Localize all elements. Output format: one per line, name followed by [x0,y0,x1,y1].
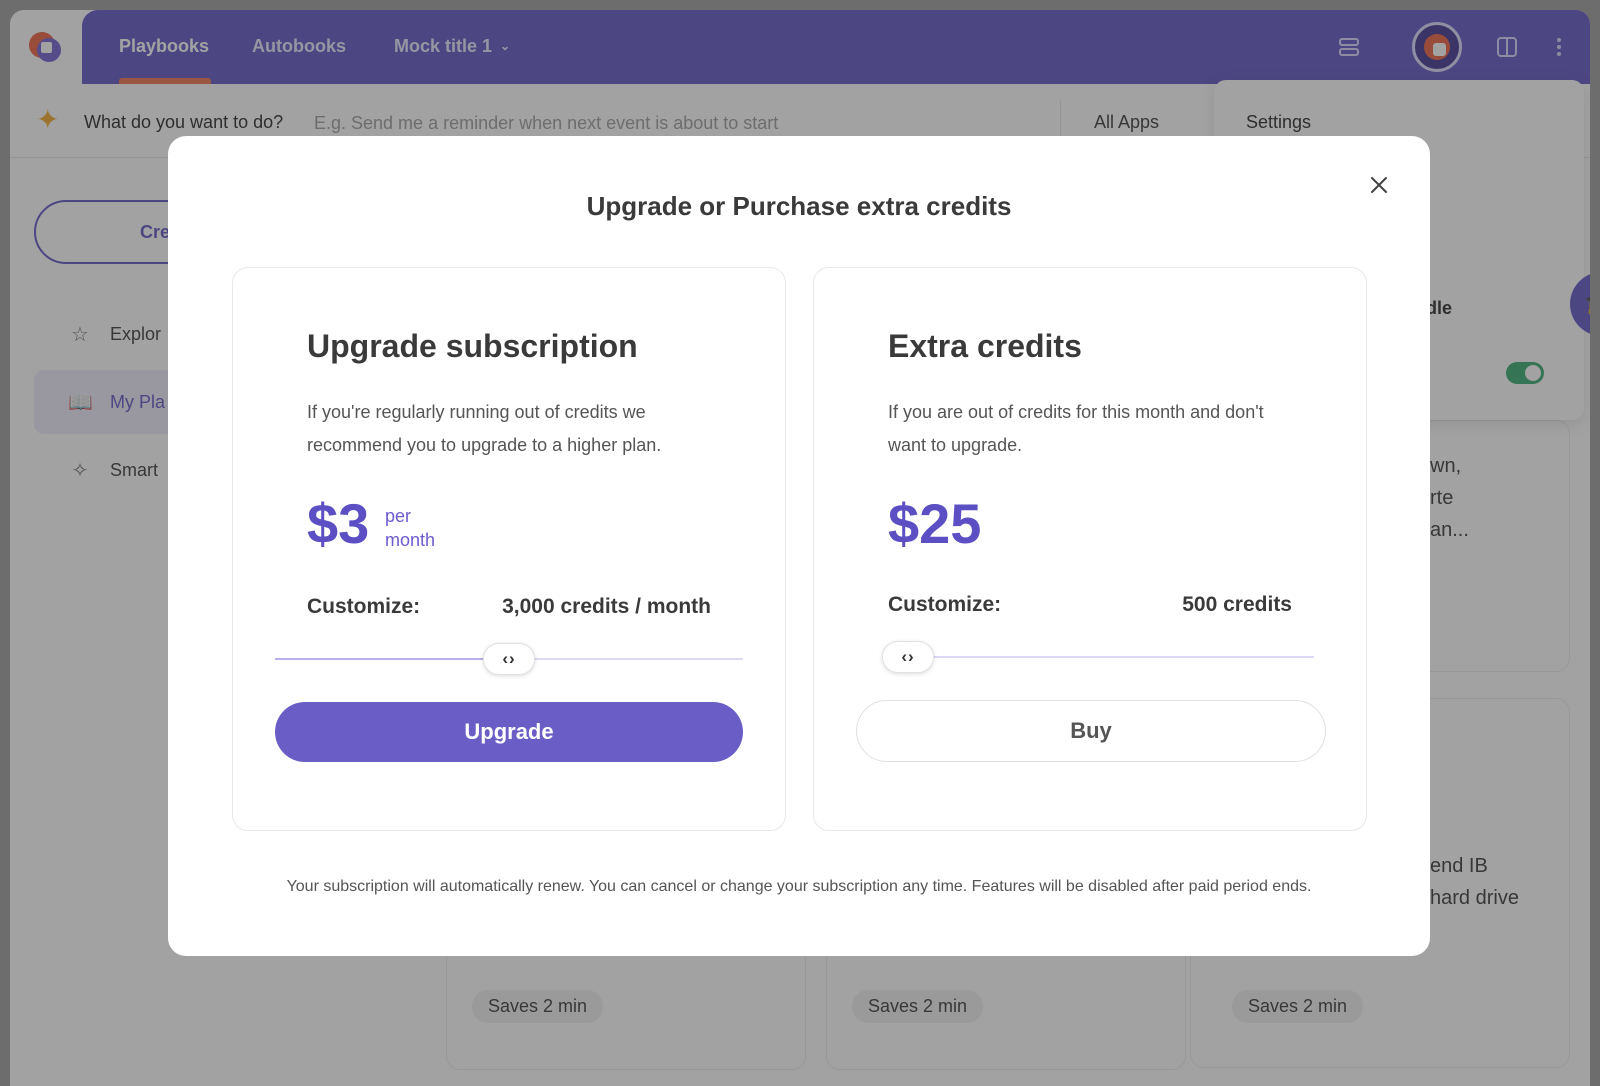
slider-handle[interactable]: ‹› [483,643,535,675]
panel-title: Upgrade subscription [307,328,638,364]
modal-title: Upgrade or Purchase extra credits [586,191,1012,221]
upgrade-modal: Upgrade or Purchase extra credits Upgrad… [168,136,1430,956]
buy-button[interactable]: Buy [856,700,1326,762]
price: $25 [888,492,982,555]
upgrade-button[interactable]: Upgrade [275,702,743,762]
modal-footer-note: Your subscription will automatically ren… [286,878,1312,895]
credits-slider[interactable]: ‹› [882,641,1314,673]
panel-description: If you are out of credits for this month… [888,402,1264,455]
slider-handle[interactable]: ‹› [882,641,934,673]
customize-value: 500 credits [1182,593,1292,616]
price: $3 [307,492,370,555]
extra-credits-panel: Extra credits If you are out of credits … [813,267,1367,831]
panel-description: If you're regularly running out of credi… [307,402,662,455]
credits-slider[interactable]: ‹› [275,643,743,675]
customize-value: 3,000 credits / month [502,595,711,618]
customize-label: Customize: [888,593,1002,616]
slider-fill [275,658,509,660]
customize-label: Customize: [307,595,421,618]
panel-title: Extra credits [888,328,1082,364]
upgrade-subscription-panel: Upgrade subscription If you're regularly… [232,267,786,831]
price-unit: per month [385,506,436,550]
close-button[interactable] [1364,170,1394,200]
close-icon [1371,177,1387,193]
